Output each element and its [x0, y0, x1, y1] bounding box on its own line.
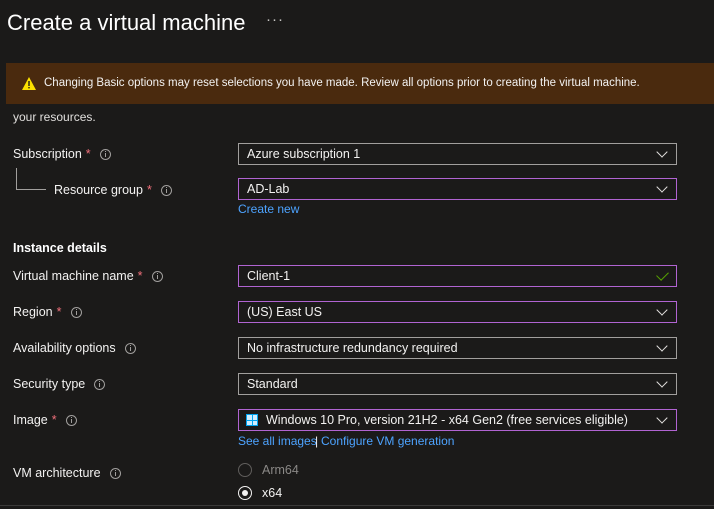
page-title: Create a virtual machine [7, 10, 246, 35]
chevron-down-icon [656, 340, 668, 352]
required-marker: * [146, 183, 152, 197]
x64-radio[interactable] [238, 486, 252, 500]
subscription-dropdown[interactable]: Azure subscription 1 [238, 143, 677, 165]
info-icon[interactable] [160, 184, 172, 196]
info-icon[interactable] [70, 306, 82, 318]
security-type-dropdown[interactable]: Standard [238, 373, 677, 395]
x64-radio-label: x64 [262, 486, 283, 500]
description-text: your resources. [13, 110, 96, 124]
info-icon[interactable] [151, 270, 163, 282]
chevron-down-icon [656, 304, 668, 316]
tree-connector [16, 189, 46, 190]
required-marker: * [51, 413, 57, 427]
tree-connector [16, 168, 17, 190]
chevron-down-icon [656, 181, 668, 193]
security-type-label: Security type [13, 377, 106, 391]
vm-name-input[interactable]: Client-1 [238, 265, 677, 287]
availability-options-dropdown[interactable]: No infrastructure redundancy required [238, 337, 677, 359]
instance-details-heading: Instance details [13, 241, 107, 255]
info-icon[interactable] [65, 414, 77, 426]
required-marker: * [137, 269, 143, 283]
arm64-radio[interactable] [238, 463, 252, 477]
chevron-down-icon [656, 376, 668, 388]
image-label: Image * [13, 413, 77, 427]
required-marker: * [56, 305, 62, 319]
image-dropdown[interactable]: Windows 10 Pro, version 21H2 - x64 Gen2 … [238, 409, 677, 431]
divider [0, 505, 714, 506]
region-label: Region * [13, 305, 82, 319]
warning-banner-text: Changing Basic options may reset selecti… [44, 77, 640, 89]
vm-name-label: Virtual machine name * [13, 269, 163, 283]
info-icon[interactable] [94, 378, 106, 390]
see-all-images-link[interactable]: See all images [238, 434, 317, 448]
create-new-resource-group-link[interactable]: Create new [238, 202, 299, 216]
info-icon[interactable] [109, 467, 121, 479]
resource-group-dropdown[interactable]: AD-Lab [238, 178, 677, 200]
configure-vm-generation-link[interactable]: Configure VM generation [321, 434, 454, 448]
checkmark-icon [656, 268, 669, 281]
region-dropdown[interactable]: (US) East US [238, 301, 677, 323]
windows-icon [246, 414, 258, 426]
link-separator: | [315, 434, 319, 448]
vm-architecture-label: VM architecture [13, 466, 121, 480]
chevron-down-icon [656, 412, 668, 424]
subscription-label: Subscription * [13, 147, 111, 161]
resource-group-label: Resource group * [54, 183, 172, 197]
arm64-radio-label: Arm64 [262, 463, 299, 477]
warning-icon [22, 77, 36, 90]
required-marker: * [85, 147, 91, 161]
warning-banner: Changing Basic options may reset selecti… [6, 63, 714, 104]
more-options-button[interactable]: ··· [266, 11, 284, 28]
availability-options-label: Availability options [13, 341, 136, 355]
info-icon[interactable] [124, 342, 136, 354]
chevron-down-icon [656, 146, 668, 158]
info-icon[interactable] [99, 148, 111, 160]
